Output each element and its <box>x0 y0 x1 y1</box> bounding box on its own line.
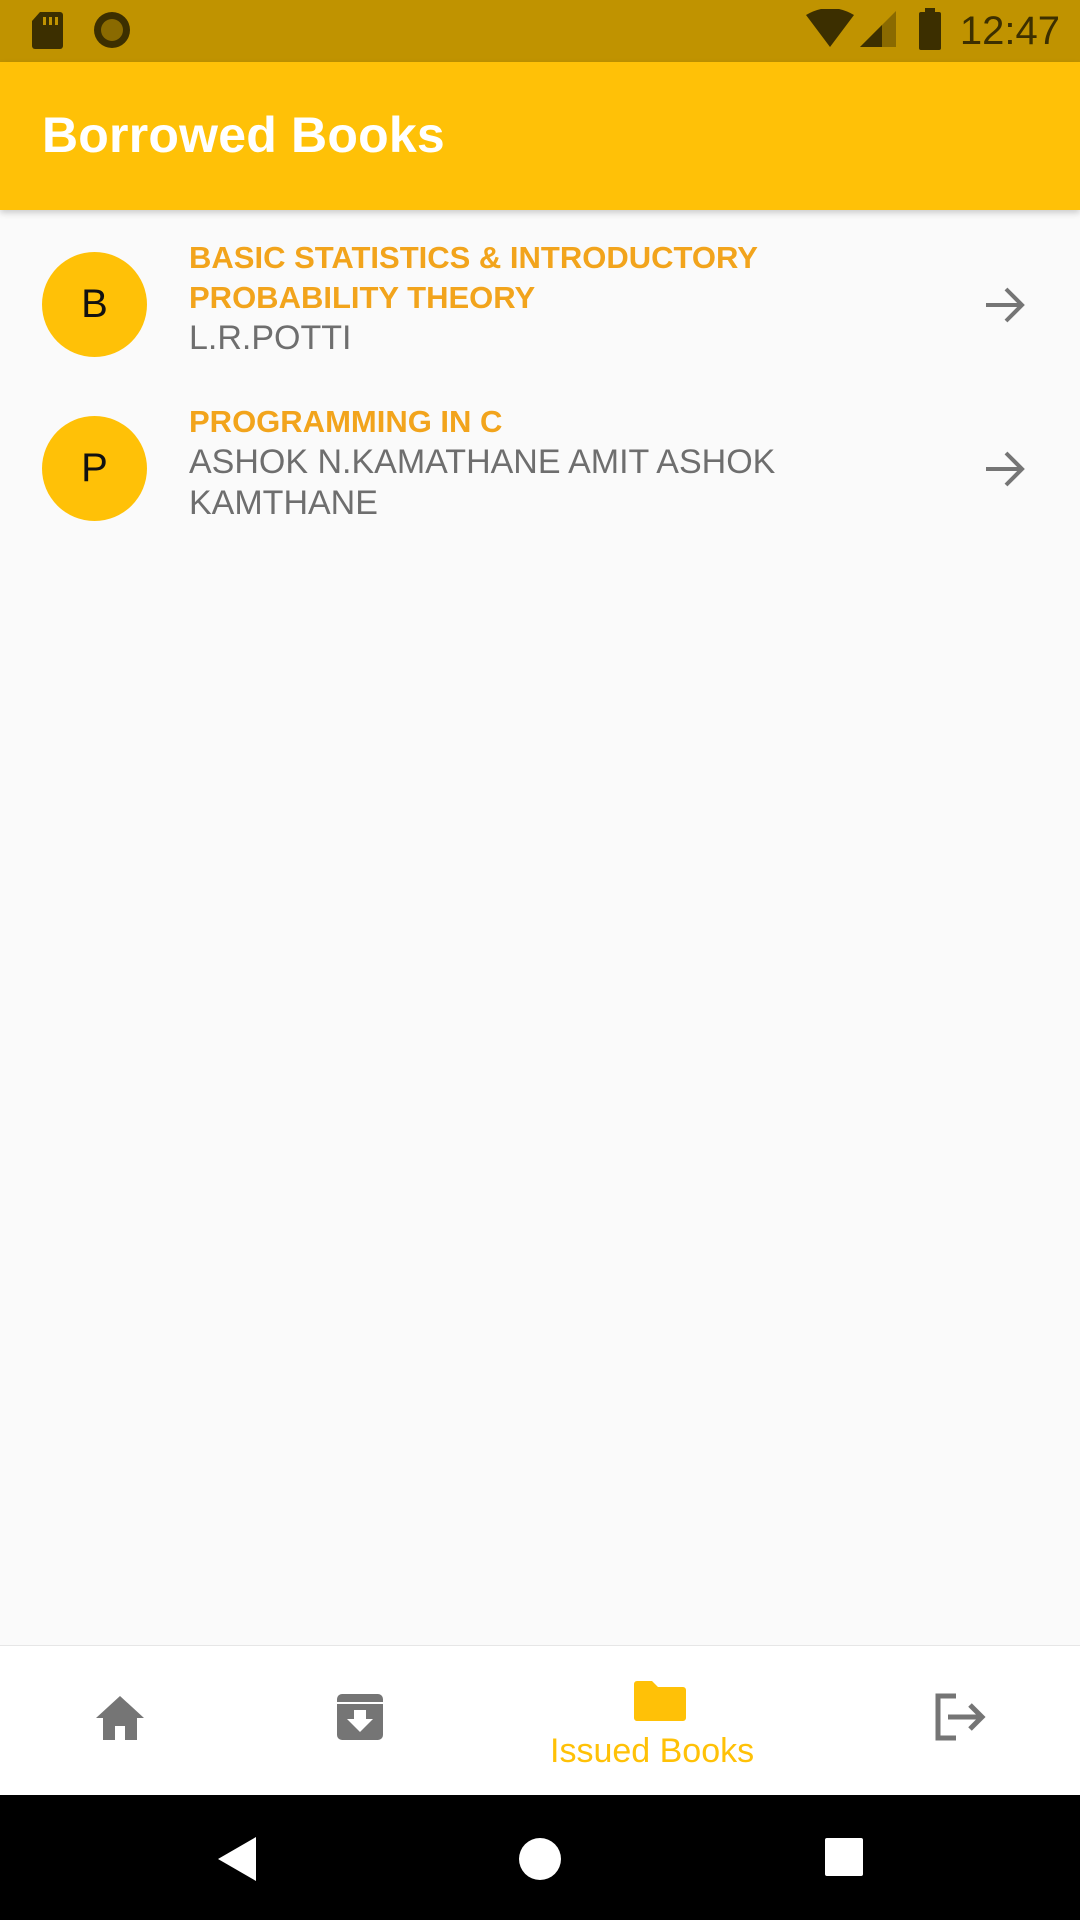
list-item-text: BASIC STATISTICS & INTRODUCTORY PROBABIL… <box>189 238 829 359</box>
book-list: B BASIC STATISTICS & INTRODUCTORY PROBAB… <box>0 210 1080 572</box>
home-icon <box>96 1696 144 1740</box>
nav-item-home[interactable] <box>0 1646 240 1796</box>
cell-signal-icon <box>858 9 898 54</box>
page-title: Borrowed Books <box>42 107 445 163</box>
arrow-right-icon[interactable] <box>980 280 1030 330</box>
sd-card-icon <box>30 10 64 55</box>
nav-item-logout[interactable] <box>840 1646 1080 1796</box>
status-right-icons: 12:47 <box>805 6 1060 56</box>
list-item-text: PROGRAMMING IN C ASHOK N.KAMATHANE AMIT … <box>189 402 829 524</box>
list-item[interactable]: B BASIC STATISTICS & INTRODUCTORY PROBAB… <box>0 240 1080 406</box>
book-title: PROGRAMMING IN C <box>189 404 503 439</box>
back-icon[interactable] <box>214 1835 258 1883</box>
screen: 12:47 Borrowed Books B BASIC STATISTICS … <box>0 0 1080 1920</box>
home-circle-icon[interactable] <box>518 1837 562 1881</box>
avatar: P <box>42 416 147 521</box>
status-time: 12:47 <box>959 8 1060 53</box>
bottom-nav: Issued Books <box>0 1645 1080 1796</box>
status-left-icons <box>30 10 132 55</box>
arrow-right-icon[interactable] <box>980 444 1030 494</box>
avatar: B <box>42 252 147 357</box>
system-nav-bar <box>0 1795 1080 1920</box>
app-bar: Borrowed Books <box>0 62 1080 210</box>
nav-label-issued-books: Issued Books <box>550 1732 755 1770</box>
wifi-icon <box>805 7 854 54</box>
nav-item-issued-books[interactable]: Issued Books <box>480 1646 840 1796</box>
folder-icon <box>634 1681 686 1721</box>
book-author: L.R.POTTI <box>189 319 352 357</box>
recents-icon[interactable] <box>824 1837 864 1877</box>
logout-icon <box>935 1693 986 1741</box>
battery-icon <box>918 7 942 55</box>
nav-item-archive[interactable] <box>240 1646 480 1796</box>
book-author: ASHOK N.KAMATHANE AMIT ASHOK KAMTHANE <box>189 443 776 522</box>
status-bar: 12:47 <box>0 0 1080 62</box>
record-icon <box>92 10 132 55</box>
book-title: BASIC STATISTICS & INTRODUCTORY PROBABIL… <box>189 240 758 315</box>
archive-download-icon <box>337 1694 383 1740</box>
list-item[interactable]: P PROGRAMMING IN C ASHOK N.KAMATHANE AMI… <box>0 404 1080 572</box>
